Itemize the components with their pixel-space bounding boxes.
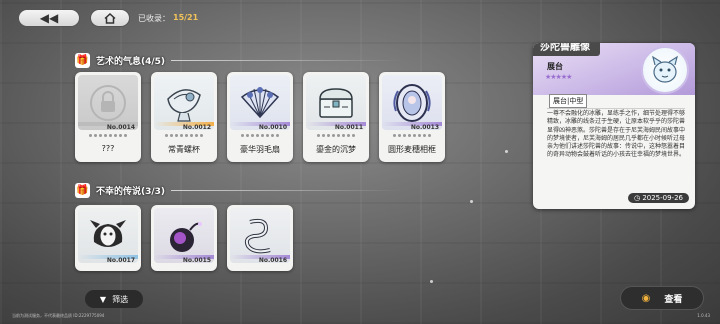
double-left-arrow-icon: ◀◀ — [39, 11, 59, 25]
obtained-date: ◷ 2025-09-26 — [627, 193, 689, 203]
collected-label: 已收录： — [138, 14, 170, 23]
item-name: 鎏金的沉梦 — [316, 145, 356, 154]
section-title: 艺术的气息(4/5) — [96, 56, 166, 67]
item-category: 展台 — [547, 62, 563, 71]
home-button[interactable] — [90, 9, 130, 27]
collectible-card-0011[interactable]: No.0011 鎏金的沉梦 — [303, 72, 369, 162]
build-info: 当前为测试服务，不代表最终品质 ID:2229775094 — [12, 313, 105, 318]
collectible-card-0014[interactable]: No.0014 ??? — [75, 72, 141, 162]
home-icon — [104, 12, 116, 24]
divider — [171, 189, 402, 191]
panel-divider — [547, 108, 685, 109]
back-button[interactable]: ◀◀ — [18, 9, 80, 27]
rating-dots — [383, 134, 441, 138]
feather-fan-icon — [240, 86, 280, 118]
section-header-art: 🎁 艺术的气息(4/5) — [75, 52, 402, 68]
item-number: No.0013 — [410, 124, 439, 131]
photo-frame-icon — [393, 83, 431, 122]
chest-icon — [319, 87, 353, 118]
item-number: No.0012 — [182, 124, 211, 131]
filter-button[interactable]: ▼ 筛选 — [85, 290, 143, 308]
ribbon-icon — [244, 218, 271, 253]
collectible-card-0015[interactable]: No.0015 — [151, 205, 217, 271]
funnel-icon: ▼ — [99, 294, 107, 304]
item-number: No.0016 — [258, 257, 287, 264]
collectible-card-0010[interactable]: No.0010 豪华羽毛扇 — [227, 72, 293, 162]
view-button[interactable]: ◉ 查看 — [621, 287, 703, 309]
rating-dots — [307, 134, 365, 138]
section-header-legend: 🎁 不幸的传说(3/3) — [75, 182, 402, 198]
item-number: No.0010 — [258, 124, 287, 131]
item-title: 莎陀兽雕像 — [533, 43, 600, 56]
shell-cup-icon — [167, 88, 201, 122]
gamepad-icon: ◉ — [641, 292, 651, 304]
item-description: 一尊不会融化的冰雕，显练手之作，细节处理得不够精致，冰雕的线条过于生硬，让原本软… — [547, 110, 686, 159]
gift-icon: 🎁 — [75, 52, 90, 68]
rating-dots — [79, 134, 137, 138]
gift-icon: 🎁 — [75, 182, 90, 198]
section-title: 不幸的传说(3/3) — [96, 186, 166, 197]
dark-bomb-icon — [170, 221, 202, 252]
item-number: No.0011 — [334, 124, 363, 131]
collected-count: 15/21 — [173, 13, 199, 22]
divider — [171, 59, 402, 61]
item-portrait — [641, 46, 689, 94]
collectible-card-0013[interactable]: No.0013 圆形麦穗相框 — [379, 72, 445, 162]
item-name: 豪华羽毛扇 — [240, 145, 280, 154]
sparkle — [505, 150, 508, 153]
filter-label: 筛选 — [112, 294, 129, 304]
collectible-card-0016[interactable]: No.0016 — [227, 205, 293, 271]
collectible-card-0017[interactable]: No.0017 — [75, 205, 141, 271]
lock-icon — [90, 84, 126, 121]
item-number: No.0014 — [106, 124, 135, 131]
rating-dots — [155, 134, 213, 138]
view-label: 查看 — [664, 294, 683, 305]
item-name: 圆形麦穗相框 — [388, 145, 436, 154]
sparkle — [430, 280, 433, 283]
item-detail-panel: 莎陀兽雕像 展台 ★★★★★ 展台|中型 一尊不会融化的冰雕，显练手之作，细节处… — [533, 43, 695, 209]
rating-dots — [231, 134, 289, 138]
item-number: No.0017 — [106, 257, 135, 264]
collectible-card-0012[interactable]: No.0012 常青螺杯 — [151, 72, 217, 162]
item-tag: 展台|中型 — [549, 94, 588, 108]
version-label: 1.0.43 — [697, 313, 710, 318]
sparkle — [470, 200, 473, 203]
clock-icon: ◷ — [633, 194, 641, 202]
ice-creature-icon — [652, 55, 678, 83]
masked-creature-icon — [90, 219, 126, 247]
rarity-stars: ★★★★★ — [545, 73, 572, 81]
item-name: ??? — [101, 144, 115, 153]
item-number: No.0015 — [182, 257, 211, 264]
item-name: 常青螺杯 — [168, 145, 200, 154]
